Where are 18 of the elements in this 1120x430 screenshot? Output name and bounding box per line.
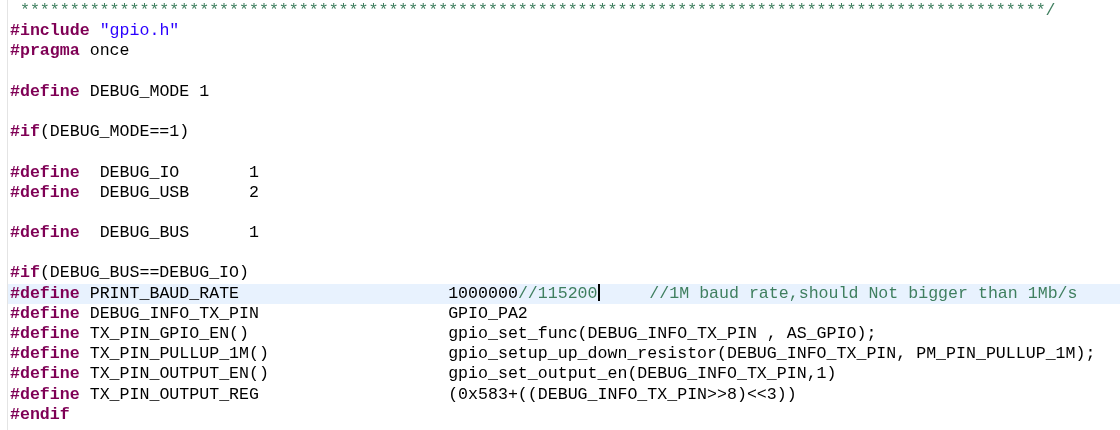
code-line: #if(DEBUG_MODE==1) bbox=[10, 122, 190, 142]
code-line: #define TX_PIN_PULLUP_1M() gpio_setup_up_down_resistor(DEBUG_INFO_TX_PIN, PM_PIN_PULLUP_1M); bbox=[10, 344, 1096, 364]
code-line: #define PRINT_BAUD_RATE 1000000//115200 bbox=[10, 283, 598, 303]
code-line: #define DEBUG_INFO_TX_PIN GPIO_PA2 bbox=[10, 303, 528, 323]
code-comment: //1M baud rate,should Not bigger than 1Mb/s bbox=[648, 283, 1078, 303]
code-line: #define DEBUG_BUS 1 bbox=[10, 223, 259, 243]
text-cursor bbox=[597, 283, 600, 301]
code-line: #define TX_PIN_OUTPUT_EN() gpio_set_output_en(DEBUG_INFO_TX_PIN,1) bbox=[10, 364, 837, 384]
code-line: #define TX_PIN_GPIO_EN() gpio_set_func(DEBUG_INFO_TX_PIN , AS_GPIO); bbox=[10, 324, 877, 343]
code-line: #define TX_PIN_OUTPUT_REG (0x583+((DEBUG_INFO_TX_PIN>>8)<<3)) bbox=[10, 384, 797, 404]
code-line: #define DEBUG_IO 1 bbox=[10, 162, 259, 182]
code-line: #define DEBUG_MODE 1 bbox=[10, 81, 210, 101]
code-line: #endif bbox=[10, 404, 70, 424]
code-line: #define DEBUG_USB 2 bbox=[10, 182, 259, 202]
code-line: #include "gpio.h" bbox=[10, 21, 180, 41]
code-line: #pragma once bbox=[10, 41, 130, 61]
code-line: *******************************************************************************************************/ bbox=[18, 1, 1056, 20]
code-line: #if(DEBUG_BUS==DEBUG_IO) bbox=[10, 263, 249, 283]
